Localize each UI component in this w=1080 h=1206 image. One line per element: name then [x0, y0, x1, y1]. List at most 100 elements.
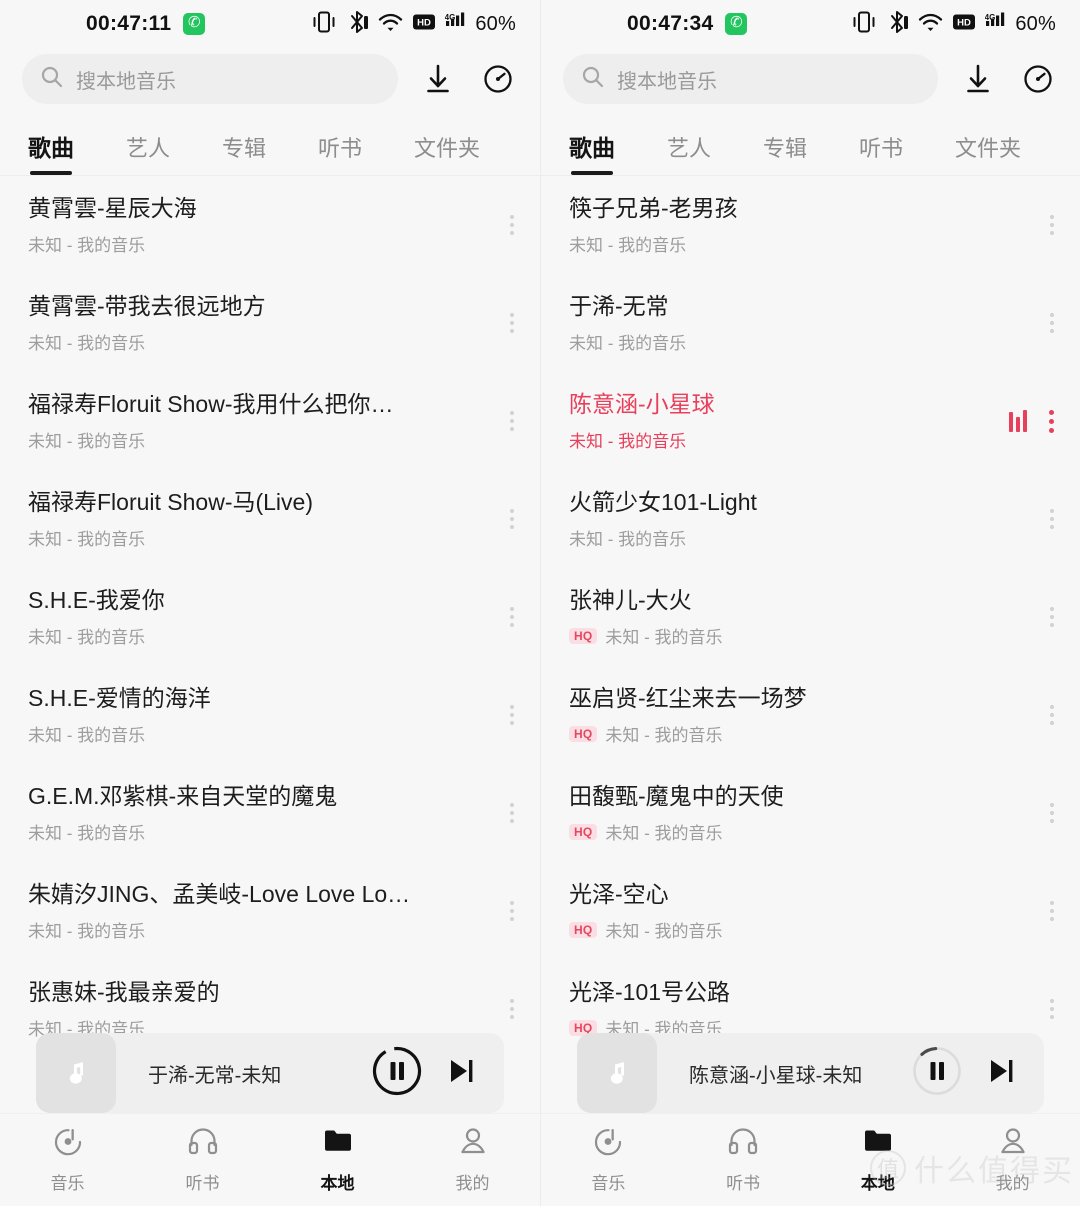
more-options-icon[interactable]	[506, 603, 518, 631]
song-row[interactable]: S.H.E-我爱你 未知 - 我的音乐	[0, 568, 540, 666]
song-row[interactable]: 黄霄雲-星辰大海 未知 - 我的音乐	[0, 176, 540, 274]
more-options-icon[interactable]	[1046, 701, 1058, 729]
song-row[interactable]: 朱婧汐JING、孟美岐-Love Love Lo… 未知 - 我的音乐	[0, 862, 540, 960]
nav-item-音乐[interactable]: 音乐	[0, 1126, 135, 1194]
tab-听书[interactable]: 听书	[859, 131, 903, 175]
status-time: 00:47:11	[86, 12, 172, 35]
song-artist-album: 未知 - 我的音乐	[28, 236, 146, 256]
search-row: 搜本地音乐	[0, 48, 540, 114]
song-row[interactable]: 福禄寿Floruit Show-马(Live) 未知 - 我的音乐	[0, 470, 540, 568]
song-subtitle: HQ 未知 - 我的音乐	[569, 623, 1046, 648]
song-artist-album: 未知 - 我的音乐	[605, 824, 723, 844]
song-title: 张神儿-大火	[569, 586, 692, 613]
mini-player[interactable]: 于浠-无常-未知	[36, 1033, 504, 1113]
song-row[interactable]: G.E.M.邓紫棋-来自天堂的魔鬼 未知 - 我的音乐	[0, 764, 540, 862]
nav-label: 音乐	[50, 1174, 85, 1193]
mini-player[interactable]: 陈意涵-小星球-未知	[577, 1033, 1044, 1113]
song-title: 田馥甄-魔鬼中的天使	[569, 782, 784, 809]
pause-button[interactable]	[912, 1046, 962, 1101]
more-options-icon[interactable]	[1046, 603, 1058, 631]
search-placeholder: 搜本地音乐	[617, 70, 717, 93]
download-icon[interactable]	[418, 59, 458, 99]
song-meta: 福禄寿Floruit Show-马(Live) 未知 - 我的音乐	[28, 488, 506, 551]
search-input[interactable]: 搜本地音乐	[563, 54, 938, 104]
tab-艺人[interactable]: 艺人	[126, 131, 170, 175]
bluetooth-icon	[345, 10, 369, 39]
song-row[interactable]: 筷子兄弟-老男孩 未知 - 我的音乐	[541, 176, 1080, 274]
song-row[interactable]: 火箭少女101-Light 未知 - 我的音乐	[541, 470, 1080, 568]
vibrate-icon	[312, 10, 336, 39]
song-meta: 光泽-空心 HQ 未知 - 我的音乐	[569, 880, 1046, 943]
signal-4g-icon: 4G	[445, 11, 466, 38]
nav-item-我的[interactable]: 我的	[405, 1126, 540, 1194]
song-row-actions	[1046, 603, 1058, 631]
next-track-button[interactable]	[988, 1057, 1016, 1090]
nav-item-本地[interactable]: 本地	[270, 1126, 405, 1194]
tab-歌曲[interactable]: 歌曲	[569, 129, 615, 175]
nav-label: 音乐	[591, 1174, 626, 1193]
tab-文件夹[interactable]: 文件夹	[414, 131, 480, 175]
nav-item-我的[interactable]: 我的	[945, 1126, 1080, 1194]
headphones-icon	[188, 1126, 218, 1161]
tab-专辑[interactable]: 专辑	[222, 131, 266, 175]
tab-专辑[interactable]: 专辑	[763, 131, 807, 175]
more-options-icon[interactable]	[506, 995, 518, 1023]
song-row[interactable]: 光泽-空心 HQ 未知 - 我的音乐	[541, 862, 1080, 960]
song-row[interactable]: 于浠-无常 未知 - 我的音乐	[541, 274, 1080, 372]
more-options-icon[interactable]	[1046, 995, 1058, 1023]
tab-文件夹[interactable]: 文件夹	[955, 131, 1021, 175]
nav-item-听书[interactable]: 听书	[676, 1126, 811, 1194]
song-row[interactable]: 福禄寿Floruit Show-我用什么把你… 未知 - 我的音乐	[0, 372, 540, 470]
song-row[interactable]: 田馥甄-魔鬼中的天使 HQ 未知 - 我的音乐	[541, 764, 1080, 862]
pause-button[interactable]	[372, 1046, 422, 1101]
song-title: 光泽-空心	[569, 880, 669, 907]
wifi-icon	[378, 10, 403, 38]
more-options-icon[interactable]	[506, 407, 518, 435]
tab-艺人[interactable]: 艺人	[667, 131, 711, 175]
more-options-icon[interactable]	[506, 211, 518, 239]
person-icon	[458, 1126, 488, 1161]
more-options-icon[interactable]	[1046, 799, 1058, 827]
more-options-icon[interactable]	[506, 309, 518, 337]
song-meta: 田馥甄-魔鬼中的天使 HQ 未知 - 我的音乐	[569, 782, 1046, 845]
song-row-actions	[1009, 406, 1058, 437]
nav-item-听书[interactable]: 听书	[135, 1126, 270, 1194]
song-subtitle: 未知 - 我的音乐	[28, 917, 506, 942]
song-row-actions	[506, 407, 518, 435]
song-title: 于浠-无常	[569, 292, 669, 319]
song-subtitle: 未知 - 我的音乐	[569, 427, 1009, 452]
search-input[interactable]: 搜本地音乐	[22, 54, 398, 104]
next-track-button[interactable]	[448, 1057, 476, 1090]
more-options-icon[interactable]	[1046, 897, 1058, 925]
more-options-icon[interactable]	[506, 505, 518, 533]
song-row-actions	[506, 995, 518, 1023]
song-row[interactable]: 陈意涵-小星球 未知 - 我的音乐	[541, 372, 1080, 470]
more-options-icon[interactable]	[1046, 505, 1058, 533]
song-artist-album: 未知 - 我的音乐	[569, 236, 687, 256]
tab-听书[interactable]: 听书	[318, 131, 362, 175]
download-icon[interactable]	[958, 59, 998, 99]
nav-label: 我的	[995, 1174, 1030, 1193]
song-row[interactable]: S.H.E-爱情的海洋 未知 - 我的音乐	[0, 666, 540, 764]
song-meta: 张惠妹-我最亲爱的 未知 - 我的音乐	[28, 978, 506, 1041]
vibrate-icon	[852, 10, 876, 39]
more-options-icon[interactable]	[1046, 309, 1058, 337]
more-options-icon[interactable]	[506, 799, 518, 827]
player-controls	[912, 1046, 1016, 1101]
song-row[interactable]: 巫启贤-红尘来去一场梦 HQ 未知 - 我的音乐	[541, 666, 1080, 764]
song-row[interactable]: 张神儿-大火 HQ 未知 - 我的音乐	[541, 568, 1080, 666]
now-playing-title: 于浠-无常-未知	[148, 1064, 282, 1087]
song-title: 朱婧汐JING、孟美岐-Love Love Lo…	[28, 880, 411, 907]
more-options-icon[interactable]	[506, 897, 518, 925]
tab-歌曲[interactable]: 歌曲	[28, 129, 74, 175]
sleep-timer-icon[interactable]	[478, 59, 518, 99]
more-options-icon[interactable]	[506, 701, 518, 729]
more-options-icon[interactable]	[1046, 211, 1058, 239]
nav-item-音乐[interactable]: 音乐	[541, 1126, 676, 1194]
more-options-icon[interactable]	[1045, 406, 1058, 437]
sleep-timer-icon[interactable]	[1018, 59, 1058, 99]
song-row[interactable]: 黄霄雲-带我去很远地方 未知 - 我的音乐	[0, 274, 540, 372]
status-time: 00:47:34	[627, 12, 714, 35]
song-subtitle: 未知 - 我的音乐	[28, 819, 506, 844]
nav-item-本地[interactable]: 本地	[811, 1126, 946, 1194]
